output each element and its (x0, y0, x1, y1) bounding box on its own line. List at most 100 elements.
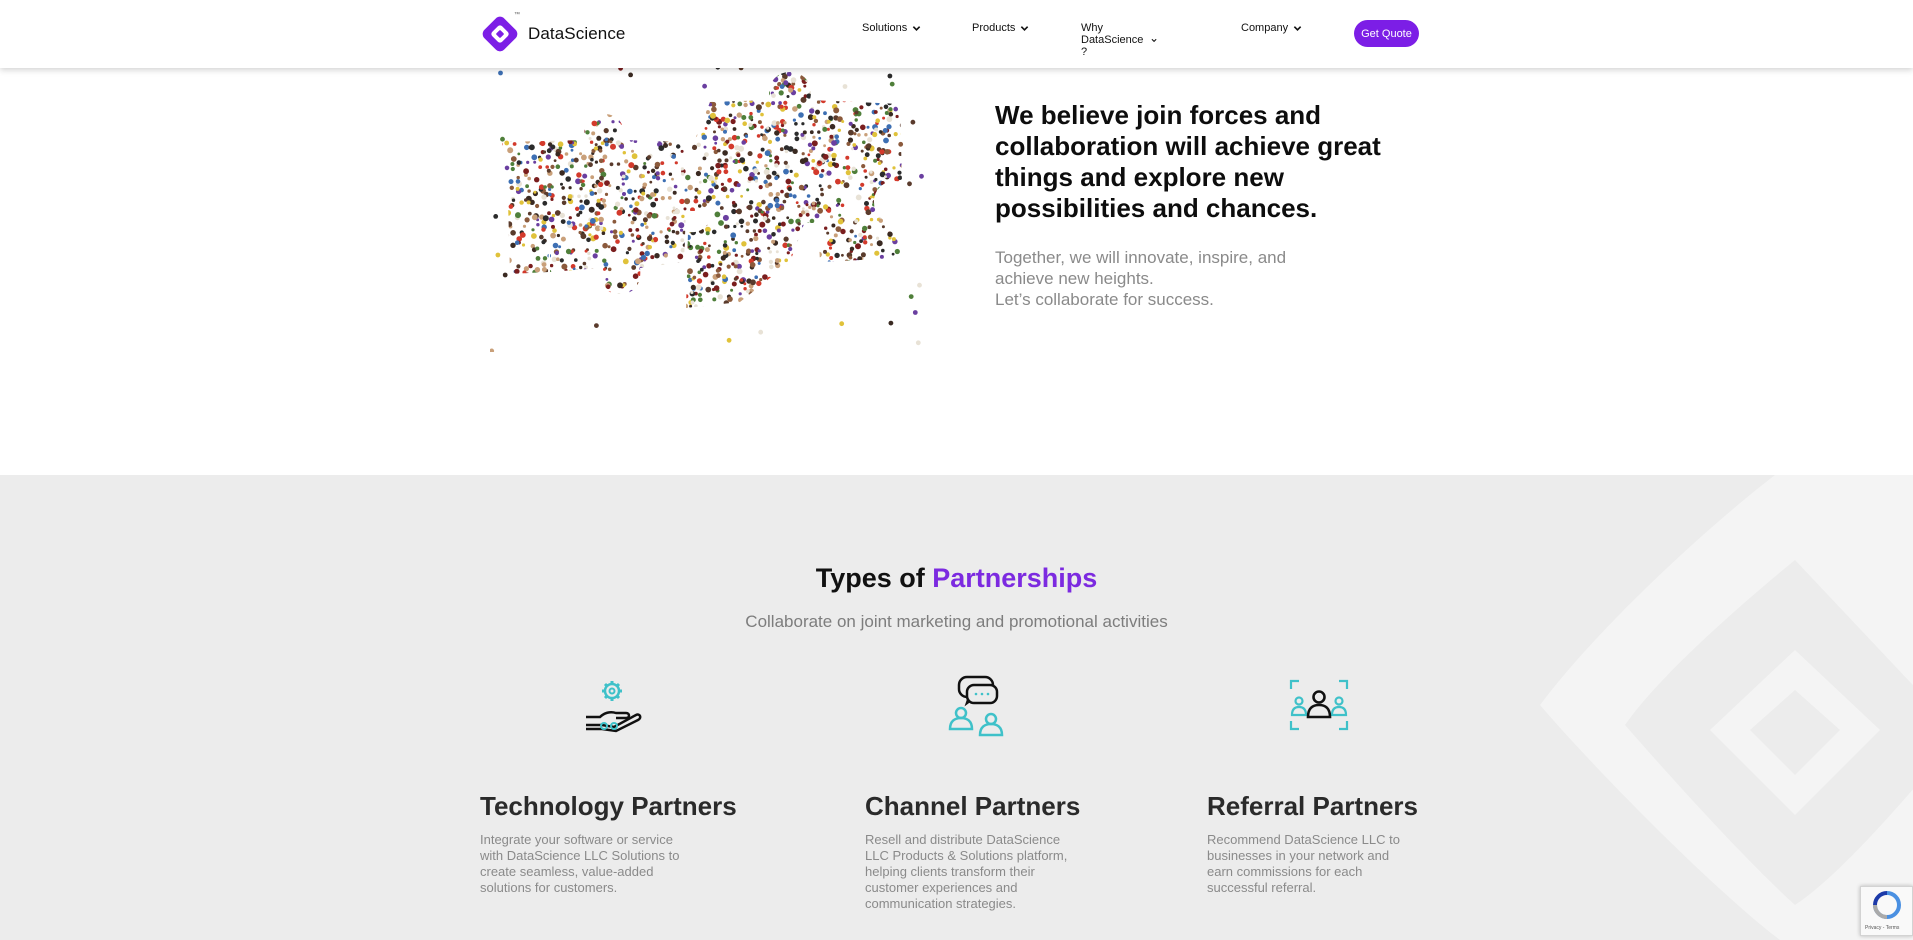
crowd-person-dot (834, 134, 839, 139)
crowd-person-dot (806, 290, 811, 295)
crowd-person-dot (854, 219, 859, 224)
crowd-person-dot (549, 263, 554, 268)
crowd-person-dot (760, 125, 764, 129)
crowd-person-dot (808, 262, 814, 267)
crowd-person-dot (524, 272, 530, 278)
crowd-person-dot (790, 77, 797, 83)
crowd-person-dot (587, 348, 591, 352)
nav-item-why-datascience[interactable]: Why DataScience ? (1081, 22, 1157, 58)
crowd-person-dot (921, 181, 926, 186)
crowd-person-dot (672, 206, 676, 210)
crowd-person-dot (610, 143, 616, 150)
nav-item-company[interactable]: Company (1241, 22, 1302, 34)
crowd-person-dot (723, 224, 729, 229)
crowd-person-dot (660, 170, 666, 176)
crowd-person-dot (918, 166, 923, 171)
crowd-person-dot (833, 276, 840, 283)
crowd-person-dot (883, 208, 888, 213)
crowd-person-dot (598, 287, 603, 292)
crowd-person-dot (784, 149, 789, 154)
crowd-person-dot (854, 234, 857, 238)
crowd-person-dot (831, 223, 836, 228)
crowd-person-dot (490, 309, 496, 315)
crowd-person-dot (585, 332, 591, 338)
crowd-person-dot (511, 198, 516, 202)
crowd-person-dot (915, 271, 918, 274)
crowd-person-dot (638, 91, 643, 96)
card-description-line: communication strategies. (865, 896, 1017, 911)
crowd-person-dot (786, 251, 790, 255)
crowd-person-dot (558, 106, 561, 110)
crowd-person-dot (749, 326, 754, 331)
recaptcha-badge[interactable]: Privacy - Terms (1860, 886, 1913, 936)
crowd-person-dot (498, 326, 501, 329)
crowd-person-dot (788, 243, 792, 247)
crowd-person-dot (629, 138, 633, 142)
crowd-person-dot (903, 235, 908, 240)
crowd-person-dot (738, 308, 742, 312)
crowd-person-dot (657, 88, 663, 94)
crowd-person-dot (900, 340, 903, 343)
crowd-person-dot (714, 141, 718, 145)
crowd-person-dot (874, 127, 879, 132)
crowd-person-dot (648, 313, 652, 317)
crowd-person-dot (529, 119, 534, 124)
crowd-person-dot (703, 241, 707, 246)
crowd-person-dot (531, 233, 537, 239)
crowd-person-dot (701, 306, 707, 308)
crowd-person-dot (542, 150, 547, 154)
crowd-person-dot (899, 163, 902, 168)
crowd-person-dot (504, 115, 510, 121)
crowd-person-dot (601, 297, 605, 302)
crowd-person-dot (843, 273, 849, 280)
crowd-person-dot (645, 80, 651, 86)
crowd-person-dot (698, 78, 702, 82)
crowd-person-dot (881, 248, 885, 253)
crowd-person-dot (835, 292, 840, 297)
crowd-person-dot (905, 155, 910, 160)
crowd-person-dot (664, 129, 670, 135)
crowd-person-dot (694, 195, 698, 199)
crowd-person-dot (672, 190, 677, 195)
crowd-person-dot (752, 333, 755, 336)
crowd-person-dot (640, 254, 647, 260)
crowd-person-dot (590, 157, 594, 162)
crowd-person-dot (856, 95, 862, 100)
crowd-person-dot (510, 230, 516, 236)
crowd-person-dot (573, 286, 578, 291)
crowd-person-dot (867, 234, 873, 240)
crowd-person-dot (596, 93, 602, 99)
crowd-person-dot (680, 324, 686, 330)
crowd-person-dot (835, 90, 841, 96)
crowd-person-dot (490, 79, 494, 83)
get-quote-button[interactable]: Get Quote (1354, 20, 1419, 47)
crowd-person-dot (749, 302, 754, 307)
crowd-person-dot (679, 124, 686, 131)
crowd-person-dot (910, 263, 913, 266)
crowd-person-dot (733, 264, 738, 269)
nav-item-solutions[interactable]: Solutions (862, 22, 921, 34)
crowd-person-dot (848, 306, 852, 308)
crowd-person-dot (922, 165, 926, 169)
crowd-person-dot (845, 170, 851, 176)
crowd-person-dot (672, 318, 676, 322)
crowd-person-dot (514, 268, 520, 275)
crowd-person-dot (616, 209, 623, 216)
crowd-person-dot (690, 111, 695, 116)
crowd-person-dot (556, 115, 561, 121)
crowd-person-dot (826, 296, 832, 303)
crowd-person-dot (506, 287, 512, 294)
card-description-line: helping clients transform their (865, 864, 1035, 879)
crowd-person-dot (585, 84, 591, 91)
crowd-person-dot (512, 134, 518, 139)
crowd-person-dot (785, 295, 789, 298)
crowd-person-dot (649, 72, 654, 73)
crowd-person-dot (665, 115, 670, 119)
crowd-person-dot (797, 333, 802, 338)
logo-link[interactable]: ™ DataScience (480, 12, 626, 54)
crowd-person-dot (805, 280, 811, 287)
crowd-person-dot (504, 297, 508, 301)
crowd-person-dot (564, 73, 571, 80)
crowd-person-dot (533, 160, 537, 164)
nav-item-products[interactable]: Products (972, 22, 1029, 34)
